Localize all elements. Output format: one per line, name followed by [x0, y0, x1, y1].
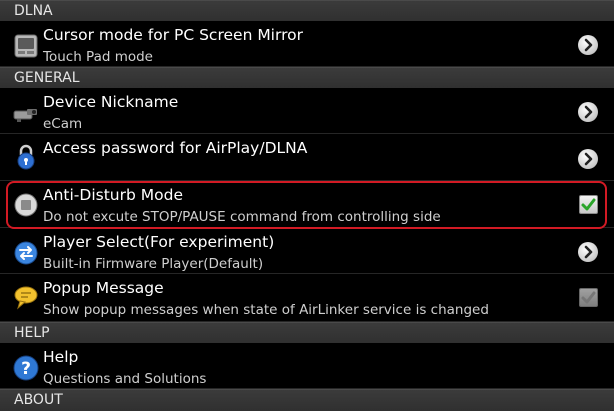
setting-title: Popup Message — [43, 279, 164, 297]
setting-subtitle: Show popup messages when state of AirLin… — [43, 302, 489, 318]
popup-message-checkbox[interactable] — [579, 288, 598, 307]
chevron-right-icon[interactable] — [578, 149, 598, 169]
setting-subtitle: Questions and Solutions — [43, 371, 207, 387]
section-header-dlna: DLNA — [0, 0, 614, 21]
setting-device-nickname[interactable]: Device Nickname eCam — [0, 88, 614, 134]
svg-text:?: ? — [21, 359, 31, 379]
anti-disturb-checkbox[interactable] — [579, 195, 598, 214]
settings-screen: DLNA Cursor mode for PC Screen Mirror To… — [0, 0, 614, 411]
setting-player-select[interactable]: Player Select(For experiment) Built-in F… — [0, 228, 614, 274]
setting-title: Player Select(For experiment) — [43, 233, 275, 251]
stop-icon — [12, 191, 40, 219]
section-header-general: GENERAL — [0, 67, 614, 88]
chevron-right-icon[interactable] — [578, 242, 598, 262]
setting-subtitle: Do not excute STOP/PAUSE command from co… — [43, 209, 441, 225]
setting-title: Anti-Disturb Mode — [43, 186, 183, 204]
section-header-help: HELP — [0, 322, 614, 343]
chevron-right-icon[interactable] — [578, 35, 598, 55]
section-header-about: ABOUT — [0, 389, 614, 411]
chevron-right-icon[interactable] — [578, 102, 598, 122]
question-icon: ? — [12, 354, 40, 382]
setting-subtitle: eCam — [43, 116, 83, 132]
touchpad-icon — [12, 32, 40, 60]
setting-title: Help — [43, 348, 79, 366]
setting-access-password[interactable]: Access password for AirPlay/DLNA — [0, 134, 614, 181]
setting-cursor-mode[interactable]: Cursor mode for PC Screen Mirror Touch P… — [0, 21, 614, 67]
setting-anti-disturb[interactable]: Anti-Disturb Mode Do not excute STOP/PAU… — [0, 181, 614, 228]
camera-icon — [12, 99, 40, 127]
setting-help[interactable]: ? Help Questions and Solutions — [0, 343, 614, 389]
lock-icon — [12, 142, 40, 170]
setting-title: Device Nickname — [43, 93, 179, 111]
setting-subtitle: Touch Pad mode — [43, 49, 153, 65]
setting-subtitle: Built-in Firmware Player(Default) — [43, 256, 264, 272]
setting-popup-message[interactable]: Popup Message Show popup messages when s… — [0, 274, 614, 322]
setting-title: Cursor mode for PC Screen Mirror — [43, 26, 303, 44]
speech-bubble-icon — [12, 283, 40, 311]
setting-title: Access password for AirPlay/DLNA — [43, 139, 308, 157]
swap-icon — [12, 239, 40, 267]
